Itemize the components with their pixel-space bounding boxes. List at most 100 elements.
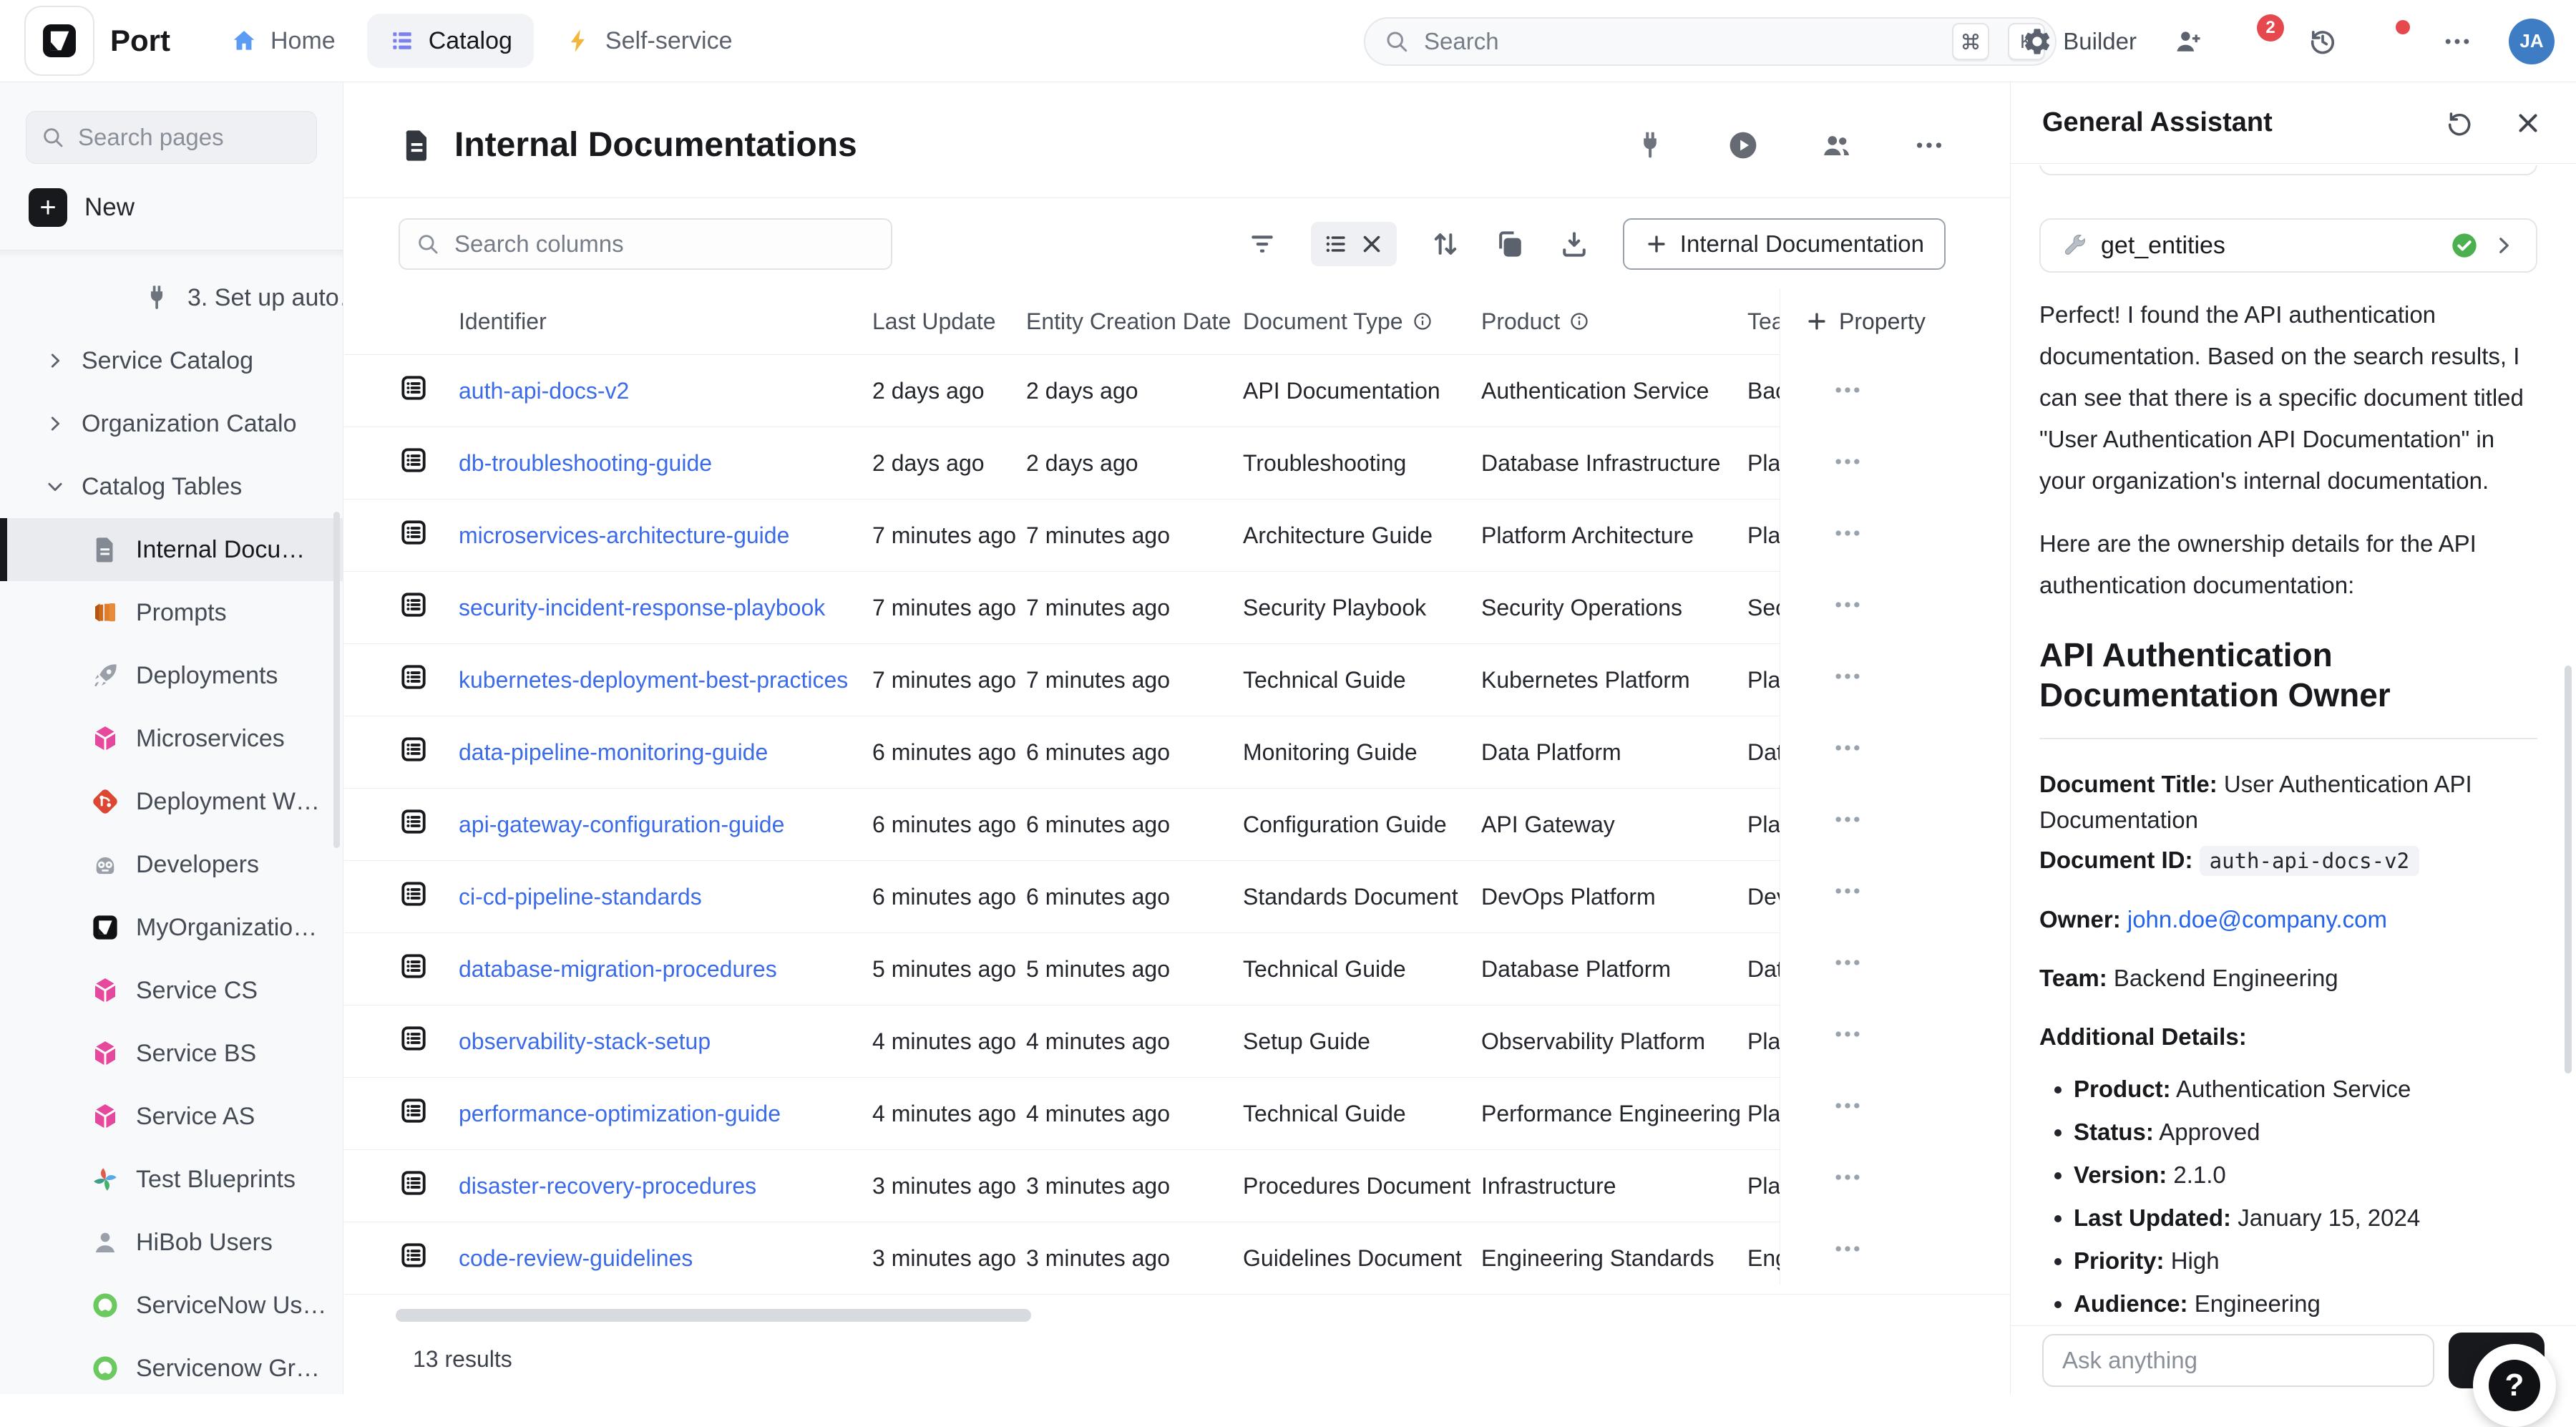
identifier-link[interactable]: disaster-recovery-procedures	[459, 1173, 756, 1199]
sidebar-item-myorganizatio[interactable]: MyOrganizatio…	[0, 896, 343, 959]
restore-icon[interactable]	[2444, 108, 2474, 138]
sidebar-item-service-bs[interactable]: Service BS	[0, 1022, 343, 1085]
invite-user-icon[interactable]	[2172, 26, 2204, 57]
top-nav-item-self-service[interactable]: Self-service	[544, 14, 754, 68]
row-menu-icon[interactable]	[1832, 732, 1863, 764]
row-menu-icon[interactable]	[1832, 446, 1863, 477]
identifier-link[interactable]: ci-cd-pipeline-standards	[459, 884, 702, 910]
sort-icon[interactable]	[1430, 228, 1461, 260]
table-row[interactable]: security-incident-response-playbook 7 mi…	[344, 572, 2010, 644]
search-columns[interactable]	[399, 218, 892, 270]
identifier-link[interactable]: kubernetes-deployment-best-practices	[459, 667, 848, 693]
plug-icon[interactable]	[1634, 129, 1667, 162]
more-options-icon[interactable]	[2441, 26, 2473, 57]
table-row[interactable]: auth-api-docs-v2 2 days ago 2 days ago A…	[344, 355, 2010, 427]
table-row[interactable]: data-pipeline-monitoring-guide 6 minutes…	[344, 716, 2010, 789]
sidebar-scrollbar[interactable]	[333, 512, 340, 848]
sidebar-item-test-blueprints[interactable]: Test Blueprints	[0, 1148, 343, 1211]
table-row[interactable]: db-troubleshooting-guide 2 days ago 2 da…	[344, 427, 2010, 500]
copy-icon[interactable]	[1494, 228, 1526, 260]
sidebar-item-deployments[interactable]: Deployments	[0, 644, 343, 707]
tasks-icon[interactable]: 2	[2240, 26, 2271, 57]
filter-icon[interactable]	[1246, 228, 1278, 260]
identifier-link[interactable]: db-troubleshooting-guide	[459, 450, 712, 476]
table-row[interactable]: ci-cd-pipeline-standards 6 minutes ago 6…	[344, 861, 2010, 933]
close-icon[interactable]	[2513, 108, 2543, 138]
identifier-link[interactable]: observability-stack-setup	[459, 1028, 711, 1054]
global-search[interactable]: K	[1364, 17, 2057, 66]
new-page-button[interactable]: + New	[29, 188, 314, 227]
sidebar-item-catalog-tables[interactable]: Catalog Tables	[0, 455, 343, 518]
row-menu-icon[interactable]	[1832, 1161, 1863, 1193]
column-header-identifier[interactable]: Identifier	[459, 308, 872, 335]
row-menu-icon[interactable]	[1832, 947, 1863, 978]
identifier-link[interactable]: database-migration-procedures	[459, 956, 777, 982]
column-header-last-update[interactable]: Last Update	[872, 308, 1026, 335]
table-row[interactable]: kubernetes-deployment-best-practices 7 m…	[344, 644, 2010, 716]
column-header-product[interactable]: Product	[1481, 308, 1747, 335]
sidebar-item-servicenow-us[interactable]: ServiceNow Us…	[0, 1274, 343, 1337]
identifier-link[interactable]: performance-optimization-guide	[459, 1101, 781, 1126]
play-circle-icon[interactable]	[1727, 129, 1760, 162]
help-button[interactable]: ?	[2473, 1344, 2556, 1427]
add-property-button[interactable]: Property	[1780, 288, 2010, 354]
row-menu-icon[interactable]	[1832, 804, 1863, 835]
sidebar-item-hibob-users[interactable]: HiBob Users	[0, 1211, 343, 1274]
row-menu-icon[interactable]	[1832, 517, 1863, 549]
avatar[interactable]: JA	[2509, 19, 2555, 64]
owner-email-link[interactable]: john.doe@company.com	[2127, 906, 2387, 932]
row-menu-icon[interactable]	[1832, 374, 1863, 406]
table-row[interactable]: database-migration-procedures 5 minutes …	[344, 933, 2010, 1005]
identifier-link[interactable]: security-incident-response-playbook	[459, 595, 825, 620]
identifier-link[interactable]: api-gateway-configuration-guide	[459, 812, 784, 837]
group-by-pill[interactable]	[1311, 222, 1397, 266]
global-search-input[interactable]	[1423, 27, 1933, 56]
table-row[interactable]: api-gateway-configuration-guide 6 minute…	[344, 789, 2010, 861]
download-icon[interactable]	[1558, 228, 1590, 260]
identifier-link[interactable]: code-review-guidelines	[459, 1245, 693, 1271]
add-internal-documentation-button[interactable]: Internal Documentation	[1623, 218, 1946, 270]
assistant-scrollbar[interactable]	[2565, 666, 2572, 1073]
column-header-created[interactable]: Entity Creation Date	[1026, 308, 1243, 335]
identifier-link[interactable]: microservices-architecture-guide	[459, 522, 789, 548]
sidebar-item-internal-docu[interactable]: Internal Docu…	[0, 518, 343, 581]
sidebar-item-servicenow-gr[interactable]: Servicenow Gr…	[0, 1337, 343, 1394]
tool-call-card[interactable]: get_entities	[2039, 165, 2537, 175]
table-row[interactable]: disaster-recovery-procedures 3 minutes a…	[344, 1150, 2010, 1222]
close-icon[interactable]	[1358, 230, 1385, 258]
row-menu-icon[interactable]	[1832, 875, 1863, 907]
sidebar-item-service-cs[interactable]: Service CS	[0, 959, 343, 1022]
sidebar-search-input[interactable]	[77, 123, 302, 152]
sidebar-item-developers[interactable]: Developers	[0, 833, 343, 896]
row-menu-icon[interactable]	[1832, 1233, 1863, 1265]
identifier-link[interactable]: auth-api-docs-v2	[459, 378, 629, 404]
top-nav-item-home[interactable]: Home	[209, 14, 357, 68]
table-row[interactable]: observability-stack-setup 4 minutes ago …	[344, 1005, 2010, 1078]
horizontal-scrollbar[interactable]	[396, 1309, 1031, 1322]
row-menu-icon[interactable]	[1832, 1018, 1863, 1050]
sidebar-item-service-as[interactable]: Service AS	[0, 1085, 343, 1148]
ask-anything-input[interactable]	[2042, 1334, 2434, 1387]
row-menu-icon[interactable]	[1832, 661, 1863, 692]
table-row[interactable]: code-review-guidelines 3 minutes ago 3 m…	[344, 1222, 2010, 1295]
sidebar-item-microservices[interactable]: Microservices	[0, 707, 343, 770]
sidebar-search[interactable]	[26, 111, 317, 164]
sidebar-item-service-catalog[interactable]: Service Catalog	[0, 329, 343, 392]
port-logo-button[interactable]	[24, 6, 94, 76]
people-icon[interactable]	[1820, 129, 1853, 162]
sidebar-item-prompts[interactable]: Prompts	[0, 581, 343, 644]
tool-call-card[interactable]: get_entities	[2039, 218, 2537, 273]
top-nav-item-catalog[interactable]: Catalog	[367, 14, 534, 68]
table-row[interactable]: microservices-architecture-guide 7 minut…	[344, 500, 2010, 572]
column-header-doc-type[interactable]: Document Type	[1243, 308, 1481, 335]
sidebar-item-3-set-up-auto[interactable]: 3. Set up auto…	[0, 266, 343, 329]
sidebar-item-organization-catalog[interactable]: Organization Catalog	[0, 392, 343, 455]
sidebar-item-deployment-w[interactable]: Deployment W…	[0, 770, 343, 833]
history-icon[interactable]	[2307, 26, 2338, 57]
identifier-link[interactable]: data-pipeline-monitoring-guide	[459, 739, 768, 765]
row-menu-icon[interactable]	[1832, 1090, 1863, 1121]
announcements-icon[interactable]	[2374, 26, 2406, 57]
search-columns-input[interactable]	[453, 230, 875, 258]
more-options-icon[interactable]	[1913, 129, 1946, 162]
table-row[interactable]: performance-optimization-guide 4 minutes…	[344, 1078, 2010, 1150]
